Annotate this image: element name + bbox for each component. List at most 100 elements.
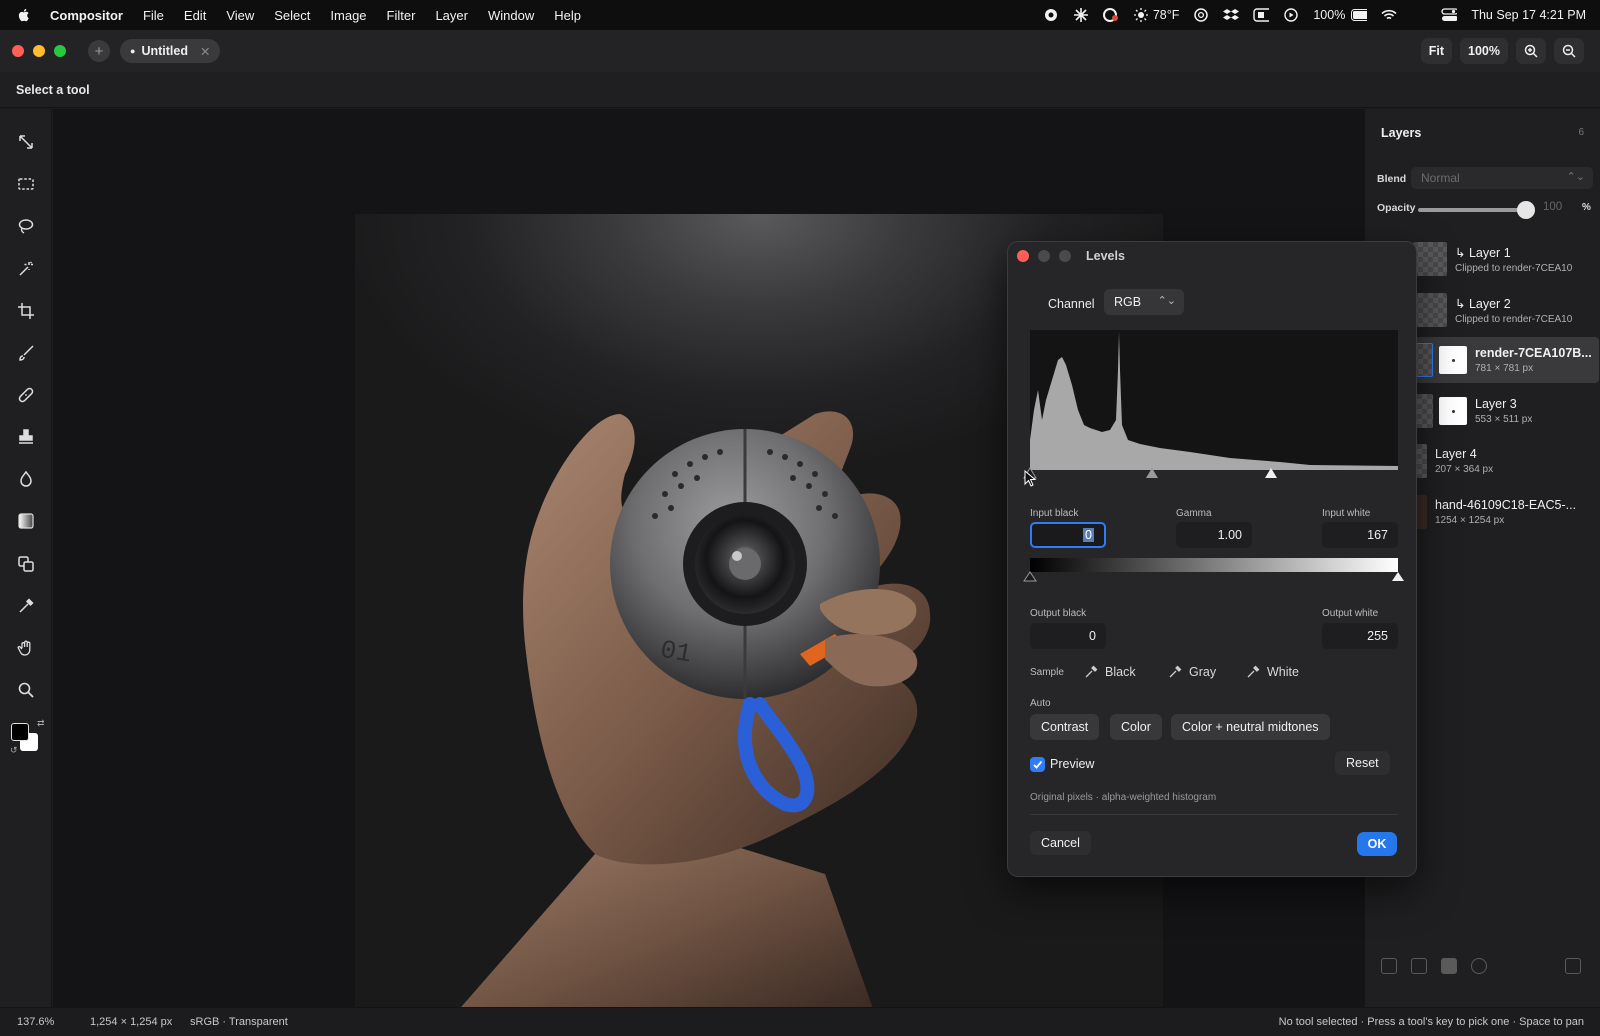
channel-select[interactable]: RGB ⌃⌄ <box>1104 289 1184 315</box>
shapes-icon <box>18 556 34 572</box>
eyedropper-icon <box>1085 665 1098 678</box>
menu-window[interactable]: Window <box>488 8 534 23</box>
input-black-field[interactable]: 0 <box>1030 522 1106 548</box>
window-controls <box>12 45 66 57</box>
sample-black-button[interactable]: Black <box>1084 660 1136 684</box>
blend-mode-value: Normal <box>1421 171 1460 185</box>
new-group-folder-icon[interactable] <box>1411 958 1427 974</box>
zoom-tool[interactable] <box>14 678 38 702</box>
add-mask-icon[interactable] <box>1441 958 1457 974</box>
clock[interactable]: Thu Sep 17 4:21 PM <box>1471 8 1586 22</box>
brush-tool[interactable] <box>14 341 38 365</box>
gradient-tool[interactable] <box>14 509 38 533</box>
menu-app-name[interactable]: Compositor <box>50 8 123 23</box>
auto-contrast-button[interactable]: Contrast <box>1030 714 1100 740</box>
status-hint: No tool selected · Press a tool's key to… <box>1278 1016 1584 1028</box>
sparkle-icon[interactable] <box>1073 7 1089 23</box>
menu-filter[interactable]: Filter <box>387 8 416 23</box>
output-white-field[interactable]: 255 <box>1322 623 1398 649</box>
preview-label[interactable]: Preview <box>1050 757 1094 771</box>
opacity-slider-thumb[interactable] <box>1517 201 1535 219</box>
play-icon[interactable] <box>1283 7 1299 23</box>
hand-tool[interactable] <box>14 636 38 660</box>
blur-tool[interactable] <box>14 467 38 491</box>
auto-color-neutral-button[interactable]: Color + neutral midtones <box>1171 714 1330 740</box>
cancel-button[interactable]: Cancel <box>1030 831 1091 855</box>
window-zoom-button[interactable] <box>54 45 66 57</box>
new-tab-button[interactable]: + <box>88 40 110 62</box>
color-swatches[interactable]: ⇄ ↺ <box>10 718 45 756</box>
word-count-icon[interactable] <box>1253 7 1270 23</box>
output-levels-slider[interactable] <box>1022 569 1408 583</box>
foreground-color-swatch[interactable] <box>11 723 29 741</box>
trash-icon[interactable] <box>1565 958 1581 974</box>
reset-colors-icon[interactable]: ↺ <box>10 745 18 756</box>
ok-button[interactable]: OK <box>1357 832 1397 856</box>
weather-sun-icon[interactable] <box>1133 7 1149 23</box>
menu-select[interactable]: Select <box>274 8 310 23</box>
layer-row[interactable]: Layer 3 553 × 511 px <box>1405 388 1599 434</box>
window-close-button[interactable] <box>12 45 24 57</box>
layer-row[interactable]: Layer 4 207 × 364 px <box>1405 438 1599 484</box>
layer-subtitle: 1254 × 1254 px <box>1435 515 1505 526</box>
wifi-icon[interactable] <box>1381 7 1397 23</box>
new-layer-icon[interactable] <box>1381 958 1397 974</box>
window-minimize-button[interactable] <box>33 45 45 57</box>
layers-count: 6 <box>1578 127 1584 138</box>
zoom-in-button[interactable] <box>1516 38 1546 64</box>
layer-mask-thumbnail[interactable] <box>1439 397 1467 425</box>
gamma-field[interactable]: 1.00 <box>1176 522 1252 548</box>
weather-temp[interactable]: 78°F <box>1153 8 1180 22</box>
battery-icon[interactable] <box>1351 7 1368 23</box>
magic-wand-icon <box>19 261 33 276</box>
output-black-field[interactable]: 0 <box>1030 623 1106 649</box>
crop-tool[interactable] <box>14 299 38 323</box>
ai-assistant-icon[interactable] <box>1193 7 1209 23</box>
preview-checkbox[interactable] <box>1030 757 1045 772</box>
shape-tool[interactable] <box>14 552 38 576</box>
opacity-slider[interactable] <box>1418 208 1523 212</box>
menu-file[interactable]: File <box>143 8 164 23</box>
marquee-tool[interactable] <box>14 172 38 196</box>
lasso-tool[interactable] <box>14 214 38 238</box>
sample-white-button[interactable]: White <box>1246 660 1299 684</box>
stamp-tool[interactable] <box>14 425 38 449</box>
swap-colors-icon[interactable]: ⇄ <box>37 718 45 729</box>
menu-edit[interactable]: Edit <box>184 8 206 23</box>
layer-mask-thumbnail[interactable] <box>1439 346 1467 374</box>
fit-button[interactable]: Fit <box>1420 38 1453 64</box>
zoom-level-button[interactable]: 100% <box>1460 38 1508 64</box>
input-white-field[interactable]: 167 <box>1322 522 1398 548</box>
layer-row[interactable]: ↳ Layer 2 Clipped to render-7CEA10 <box>1405 287 1599 333</box>
zoom-out-button[interactable] <box>1554 38 1584 64</box>
adjustment-layer-icon[interactable] <box>1471 958 1487 974</box>
layer-row[interactable]: hand-46109C18-EAC5-... 1254 × 1254 px <box>1405 489 1599 535</box>
menu-help[interactable]: Help <box>554 8 581 23</box>
focus-moon-icon[interactable] <box>1411 7 1427 23</box>
healing-tool[interactable] <box>14 383 38 407</box>
menu-layer[interactable]: Layer <box>435 8 468 23</box>
color-wheel-icon[interactable] <box>1102 7 1119 23</box>
sample-label: Sample <box>1030 667 1064 678</box>
move-tool[interactable] <box>14 130 38 154</box>
layer-row-selected[interactable]: render-7CEA107B... 781 × 781 px <box>1405 337 1599 383</box>
opacity-value-field[interactable]: 100 <box>1543 201 1562 213</box>
record-icon[interactable] <box>1043 7 1059 23</box>
reset-button[interactable]: Reset <box>1335 751 1390 775</box>
dialog-close-button[interactable] <box>1017 250 1029 262</box>
dropbox-icon[interactable] <box>1223 7 1240 23</box>
apple-menu-icon[interactable] <box>16 7 32 23</box>
input-levels-slider[interactable] <box>1022 464 1402 480</box>
blend-mode-select[interactable]: Normal ⌃⌄ <box>1411 167 1593 189</box>
document-tab[interactable]: ● Untitled ✕ <box>120 39 221 63</box>
menu-view[interactable]: View <box>226 8 254 23</box>
menu-image[interactable]: Image <box>330 8 366 23</box>
layer-row[interactable]: ↳ Layer 1 Clipped to render-7CEA10 <box>1405 236 1599 282</box>
toolbox: ⇄ ↺ <box>0 109 52 1007</box>
magic-wand-tool[interactable] <box>14 257 38 281</box>
control-center-icon[interactable] <box>1441 7 1458 23</box>
sample-gray-button[interactable]: Gray <box>1168 660 1216 684</box>
eyedropper-tool[interactable] <box>14 594 38 618</box>
auto-color-button[interactable]: Color <box>1110 714 1162 740</box>
close-tab-icon[interactable]: ✕ <box>200 44 210 59</box>
